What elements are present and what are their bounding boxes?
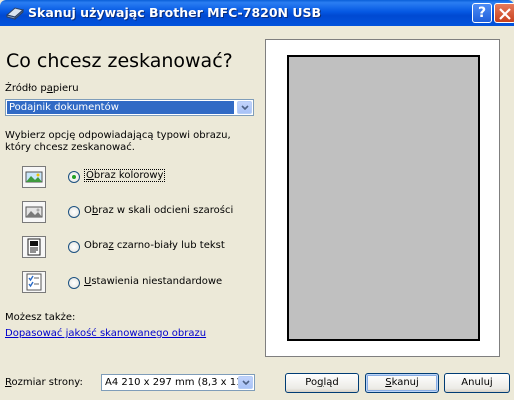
instruction-line-1: Wybierz opcję odpowiadającą typowi obraz…: [5, 130, 231, 141]
page-title: Co chcesz zeskanować?: [6, 50, 233, 72]
option-bw-text-label[interactable]: Obraz czarno-biały lub tekst: [84, 240, 225, 251]
page-size-label: Rozmiar strony:: [5, 377, 83, 388]
scan-preview-area[interactable]: [287, 55, 480, 341]
radio-color[interactable]: [68, 171, 80, 183]
title-bar[interactable]: Skanuj używając Brother MFC-7820N USB ?: [0, 0, 514, 26]
scanner-icon: [6, 7, 24, 21]
chevron-down-icon: [241, 105, 249, 111]
help-button[interactable]: ?: [472, 3, 492, 23]
page-size-value: A4 210 x 297 mm (8,3 x 11,7: [105, 377, 253, 388]
window-title: Skanuj używając Brother MFC-7820N USB: [28, 5, 322, 20]
document-text-icon: [27, 238, 41, 256]
preview-frame: [265, 39, 500, 357]
cancel-button[interactable]: Anuluj: [444, 373, 510, 393]
landscape-gray-icon: [25, 206, 43, 218]
option-grayscale-label[interactable]: Obraz w skali odcieni szarości: [84, 205, 233, 216]
bw-text-icon[interactable]: [22, 236, 46, 258]
option-color-label[interactable]: Obraz kolorowy: [84, 169, 166, 182]
paper-source-value: Podajnik dokumentów: [7, 101, 234, 114]
radio-bw-text[interactable]: [68, 241, 80, 253]
also-label: Możesz także:: [5, 312, 76, 323]
radio-grayscale[interactable]: [68, 206, 80, 218]
paper-source-dropdown-button[interactable]: [237, 101, 252, 114]
custom-settings-icon[interactable]: [22, 271, 46, 293]
close-icon: [499, 8, 511, 20]
grayscale-photo-icon[interactable]: [22, 201, 46, 223]
page-size-dropdown-button[interactable]: [238, 376, 253, 389]
color-photo-icon[interactable]: [22, 166, 46, 188]
adjust-quality-link[interactable]: Dopasować jakość skanowanego obrazu: [5, 328, 206, 339]
radio-custom[interactable]: [68, 277, 80, 289]
landscape-color-icon: [25, 171, 43, 183]
option-custom-label[interactable]: Ustawienia niestandardowe: [84, 276, 222, 287]
paper-source-select[interactable]: Podajnik dokumentów: [5, 99, 254, 116]
close-button[interactable]: [494, 3, 514, 23]
scan-button[interactable]: Skanuj: [365, 373, 439, 393]
preview-button[interactable]: Pogląd: [285, 373, 359, 393]
instruction-line-2: który chcesz zeskanować.: [5, 142, 135, 153]
chevron-down-icon: [242, 380, 250, 386]
page-size-select[interactable]: A4 210 x 297 mm (8,3 x 11,7: [101, 374, 255, 391]
checklist-icon: [26, 273, 42, 291]
paper-source-label: Źródło papieru: [5, 83, 79, 94]
